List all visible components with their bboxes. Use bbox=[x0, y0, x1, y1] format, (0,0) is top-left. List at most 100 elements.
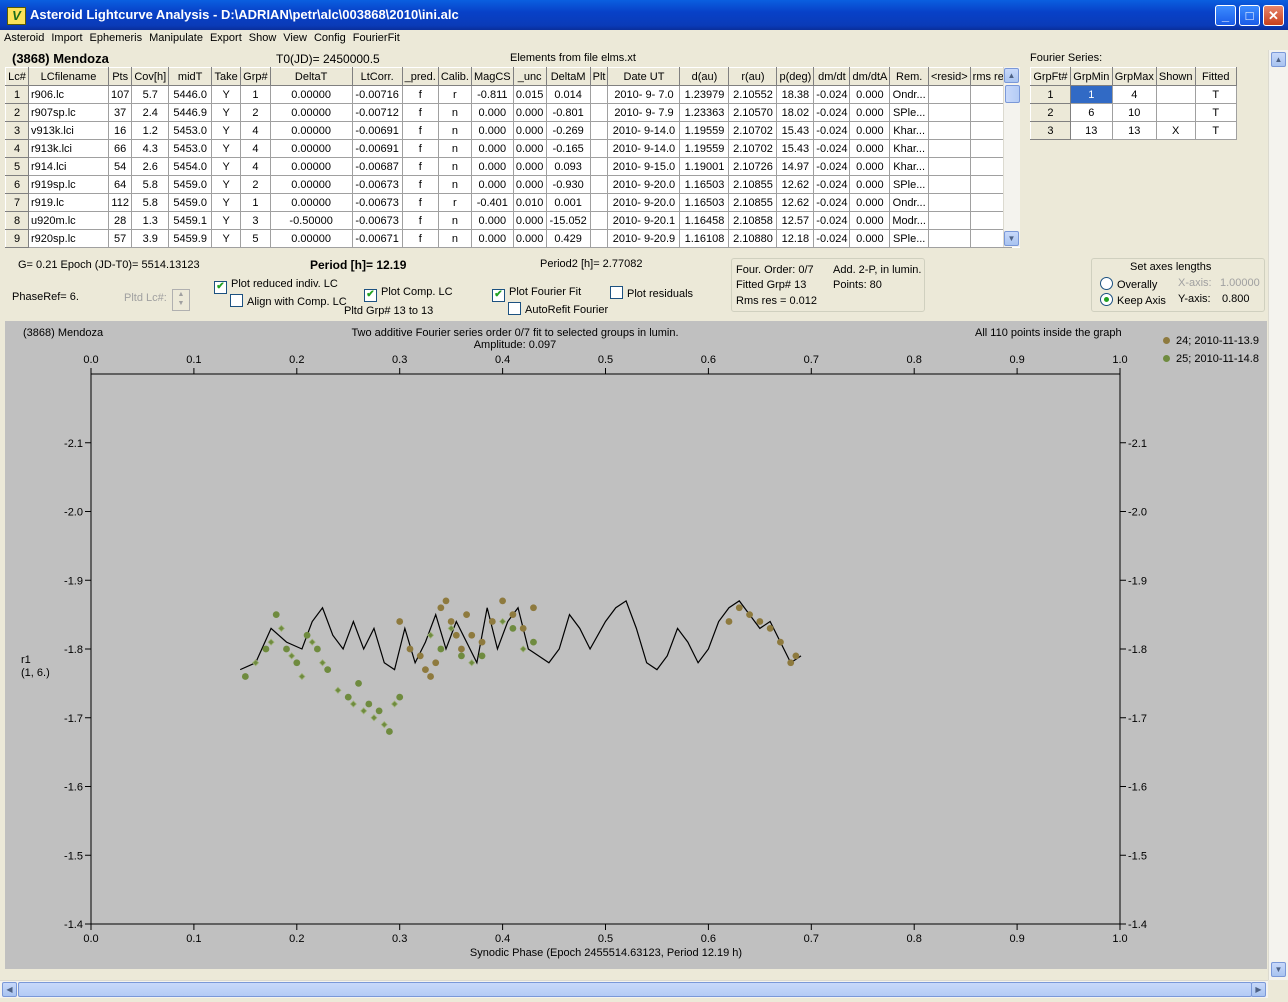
table-cell[interactable]: Y bbox=[211, 211, 242, 230]
table-cell[interactable]: 66 bbox=[107, 139, 133, 158]
table-cell[interactable]: 0.000 bbox=[849, 229, 891, 248]
table-cell[interactable]: r907sp.lc bbox=[28, 103, 109, 122]
overall-radio[interactable]: Overally bbox=[1100, 277, 1157, 291]
table-cell[interactable]: -0.401 bbox=[470, 193, 514, 212]
table-row[interactable]: 2 r907sp.lc 37 2.4 5446.9 Y 2 0.00000 -0.00712 f n… bbox=[5, 103, 1013, 122]
table-cell[interactable]: 14.97 bbox=[776, 157, 815, 176]
table-cell[interactable]: -0.00671 bbox=[351, 229, 403, 248]
table-cell[interactable]: 0.000 bbox=[849, 157, 891, 176]
column-header[interactable]: LtCorr. bbox=[351, 67, 403, 86]
table-cell[interactable]: 3.9 bbox=[131, 229, 170, 248]
table-cell[interactable]: 0.001 bbox=[545, 193, 591, 212]
table-cell[interactable]: f bbox=[401, 139, 439, 158]
table-cell[interactable]: 0.000 bbox=[849, 193, 891, 212]
page-hscroll-thumb[interactable] bbox=[18, 982, 1252, 997]
column-header[interactable]: Pts bbox=[107, 67, 133, 86]
row-number[interactable]: 2 bbox=[5, 103, 29, 122]
table-cell[interactable]: 5.7 bbox=[131, 85, 170, 104]
table-cell[interactable]: 2010- 9-20.0 bbox=[607, 175, 681, 194]
table-cell[interactable]: n bbox=[437, 121, 472, 140]
table-cell[interactable]: 2010- 9- 7.9 bbox=[607, 103, 681, 122]
column-header[interactable]: DeltaT bbox=[269, 67, 353, 86]
table-cell[interactable]: 2.10702 bbox=[728, 139, 778, 158]
table-cell[interactable]: 0.000 bbox=[849, 103, 891, 122]
fourier-column-header[interactable]: Shown bbox=[1155, 67, 1196, 86]
table-cell[interactable]: 0.00000 bbox=[269, 175, 353, 194]
table-cell[interactable]: 4 bbox=[240, 157, 271, 176]
fourier-cell[interactable]: 13 bbox=[1111, 121, 1157, 140]
table-cell[interactable]: 0.000 bbox=[470, 139, 514, 158]
column-header[interactable]: Calib. bbox=[437, 67, 472, 86]
row-number[interactable]: 5 bbox=[5, 157, 29, 176]
table-cell[interactable]: Y bbox=[211, 157, 242, 176]
table-cell[interactable]: Y bbox=[211, 121, 242, 140]
table-cell[interactable]: Y bbox=[211, 85, 242, 104]
table-cell[interactable]: 1.3 bbox=[131, 211, 170, 230]
table-cell[interactable]: 0.000 bbox=[512, 139, 547, 158]
column-header[interactable]: Cov[h] bbox=[131, 67, 170, 86]
table-cell[interactable]: Y bbox=[211, 193, 242, 212]
table-cell[interactable]: r bbox=[437, 193, 472, 212]
table-cell[interactable]: 64 bbox=[107, 175, 133, 194]
table-cell[interactable]: 0.000 bbox=[849, 139, 891, 158]
menu-export[interactable]: Export bbox=[206, 30, 245, 44]
column-header[interactable]: Take bbox=[211, 67, 242, 86]
table-cell[interactable]: 18.38 bbox=[776, 85, 815, 104]
table-cell[interactable] bbox=[589, 211, 609, 230]
table-cell[interactable]: 15.43 bbox=[776, 121, 815, 140]
column-header[interactable]: MagCS bbox=[470, 67, 514, 86]
column-header[interactable]: dm/dtA bbox=[849, 67, 891, 86]
fourier-column-header[interactable]: GrpMax bbox=[1111, 67, 1157, 86]
fourier-row[interactable]: 3 13 13 X T bbox=[1030, 121, 1237, 140]
table-cell[interactable]: 1.23363 bbox=[679, 103, 730, 122]
table-cell[interactable]: 1.16503 bbox=[679, 193, 730, 212]
table-cell[interactable]: SPle... bbox=[889, 175, 929, 194]
table-cell[interactable]: Y bbox=[211, 175, 242, 194]
table-cell[interactable]: Ondr... bbox=[889, 193, 929, 212]
table-cell[interactable]: -0.024 bbox=[813, 229, 851, 248]
scroll-up-icon[interactable]: ▲ bbox=[1004, 68, 1019, 83]
page-scroll-right-icon[interactable]: ▶ bbox=[1251, 982, 1266, 997]
table-cell[interactable]: Y bbox=[211, 103, 242, 122]
table-row[interactable]: 9 r920sp.lc 57 3.9 5459.9 Y 5 0.00000 -0.00671 f n… bbox=[5, 229, 1013, 248]
table-cell[interactable]: 112 bbox=[107, 193, 133, 212]
table-cell[interactable]: -0.00673 bbox=[351, 175, 403, 194]
page-scroll-left-icon[interactable]: ◀ bbox=[2, 982, 17, 997]
yaxis-value[interactable]: 0.800 bbox=[1222, 293, 1250, 305]
table-cell[interactable]: -0.165 bbox=[545, 139, 591, 158]
table-cell[interactable]: 1.23979 bbox=[679, 85, 730, 104]
column-header[interactable]: LCfilename bbox=[28, 67, 109, 86]
column-header[interactable]: p(deg) bbox=[776, 67, 815, 86]
table-cell[interactable]: Khar... bbox=[889, 139, 929, 158]
table-cell[interactable]: 1.19559 bbox=[679, 139, 730, 158]
fourier-cell[interactable] bbox=[1155, 103, 1196, 122]
plot-comp-checkbox[interactable]: ✔ Plot Comp. LC bbox=[364, 286, 453, 302]
fourier-cell[interactable]: 6 bbox=[1069, 103, 1113, 122]
table-cell[interactable]: 12.62 bbox=[776, 193, 815, 212]
table-cell[interactable]: -0.00716 bbox=[351, 85, 403, 104]
column-header[interactable]: _pred. bbox=[401, 67, 439, 86]
lc-table-scrollbar[interactable]: ▲ ▼ bbox=[1003, 67, 1020, 247]
table-cell[interactable]: SPle... bbox=[889, 229, 929, 248]
table-cell[interactable]: 2010- 9-20.0 bbox=[607, 193, 681, 212]
fourier-cell[interactable]: X bbox=[1155, 121, 1196, 140]
table-cell[interactable]: 2.10855 bbox=[728, 175, 778, 194]
table-cell[interactable]: 2 bbox=[240, 103, 271, 122]
table-cell[interactable]: 0.000 bbox=[849, 211, 891, 230]
table-cell[interactable]: 57 bbox=[107, 229, 133, 248]
table-cell[interactable]: 2010- 9-20.1 bbox=[607, 211, 681, 230]
table-cell[interactable]: 0.015 bbox=[512, 85, 547, 104]
row-number[interactable]: 6 bbox=[5, 175, 29, 194]
table-cell[interactable]: 28 bbox=[107, 211, 133, 230]
scroll-down-icon[interactable]: ▼ bbox=[1004, 231, 1019, 246]
table-cell[interactable]: 5.8 bbox=[131, 193, 170, 212]
fourier-cell[interactable]: 13 bbox=[1069, 121, 1113, 140]
row-number[interactable]: 8 bbox=[5, 211, 29, 230]
table-cell[interactable]: 0.014 bbox=[545, 85, 591, 104]
row-number[interactable]: 1 bbox=[5, 85, 29, 104]
fourier-cell[interactable]: 1 bbox=[1030, 85, 1071, 104]
table-cell[interactable]: r913k.lci bbox=[28, 139, 109, 158]
table-cell[interactable]: -0.00687 bbox=[351, 157, 403, 176]
menu-ephemeris[interactable]: Ephemeris bbox=[86, 30, 146, 44]
table-cell[interactable]: -0.50000 bbox=[269, 211, 353, 230]
